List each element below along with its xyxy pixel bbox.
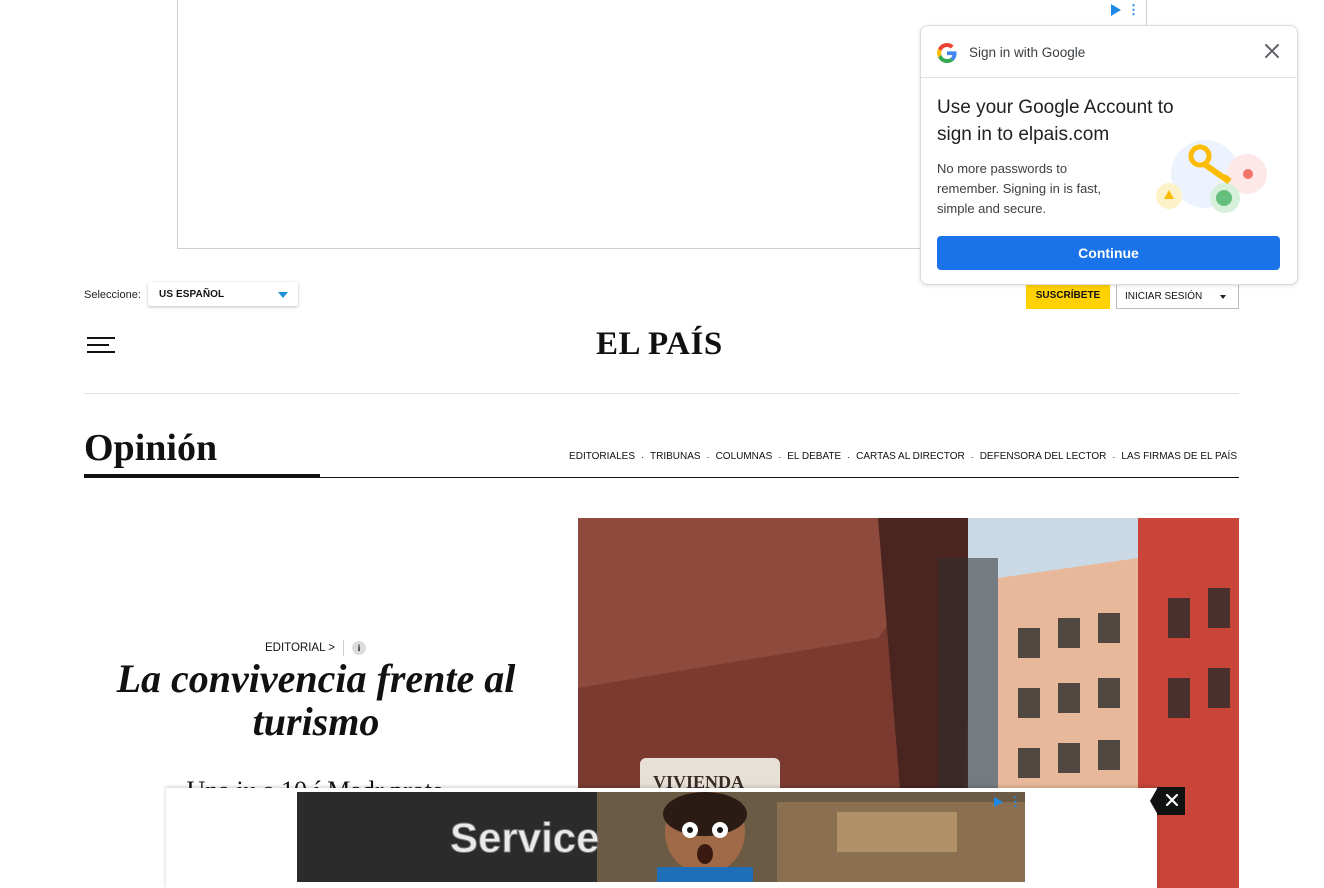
edition-label: Seleccione: (84, 289, 141, 301)
section-title-underline (84, 474, 320, 478)
key-illustration-icon (1156, 140, 1267, 213)
article-headline[interactable]: La convivencia frente al turismo (85, 657, 547, 743)
subnav-item-editoriales[interactable]: EDITORIALES (569, 451, 635, 462)
kicker-link[interactable]: EDITORIAL > (265, 642, 335, 654)
hamburger-menu-icon[interactable] (87, 337, 115, 353)
google-signin-header-text: Sign in with Google (969, 45, 1086, 60)
close-icon[interactable] (1263, 42, 1281, 60)
section-title[interactable]: Opinión (84, 426, 217, 470)
subnav-item-tribunas[interactable]: TRIBUNAS (650, 451, 701, 462)
bottom-ad-banner[interactable]: Service ⋮ (166, 788, 1157, 888)
ad-creative-image: Service (297, 792, 1025, 882)
header-divider (84, 393, 1239, 394)
ad-creative[interactable]: Service ⋮ (297, 792, 1025, 882)
adchoices-icon[interactable]: ⋮ (994, 795, 1022, 808)
google-signin-popup: Sign in with Google Use your Google Acco… (920, 25, 1298, 285)
site-logo[interactable]: EL PAÍS (596, 326, 723, 363)
subnav-item-firmas[interactable]: LAS FIRMAS DE EL PAÍS (1121, 451, 1237, 462)
ad-close-button[interactable] (1150, 787, 1185, 815)
continue-button[interactable]: Continue (937, 236, 1280, 270)
close-icon (1165, 793, 1179, 807)
info-icon[interactable]: i (351, 641, 366, 655)
subscribe-button[interactable]: SUSCRÍBETE (1026, 282, 1110, 309)
adchoices-icon[interactable]: ⋮ (1111, 3, 1140, 16)
subnav-item-el-debate[interactable]: EL DEBATE (787, 451, 841, 462)
subnav-item-columnas[interactable]: COLUMNAS (716, 451, 773, 462)
subnav-item-defensora[interactable]: DEFENSORA DEL LECTOR (980, 451, 1107, 462)
edition-select[interactable]: US ESPAÑOL (148, 282, 298, 306)
chevron-down-icon (278, 292, 288, 298)
login-dropdown[interactable]: INICIAR SESIÓN (1116, 282, 1239, 309)
edition-select-value: US ESPAÑOL (159, 289, 225, 300)
login-label: INICIAR SESIÓN (1125, 291, 1203, 302)
subnav-item-cartas[interactable]: CARTAS AL DIRECTOR (856, 451, 965, 462)
google-signin-body: No more passwords to remember. Signing i… (937, 161, 1102, 216)
svg-text:Service: Service (450, 814, 599, 861)
section-subnav: EDITORIALES · TRIBUNAS · COLUMNAS · EL D… (569, 451, 1237, 462)
article-kicker: EDITORIAL > i (265, 640, 366, 656)
google-logo-icon (937, 43, 957, 63)
google-signin-header: Sign in with Google (921, 26, 1297, 78)
chevron-down-icon (1220, 295, 1226, 299)
kicker-divider (342, 640, 344, 656)
